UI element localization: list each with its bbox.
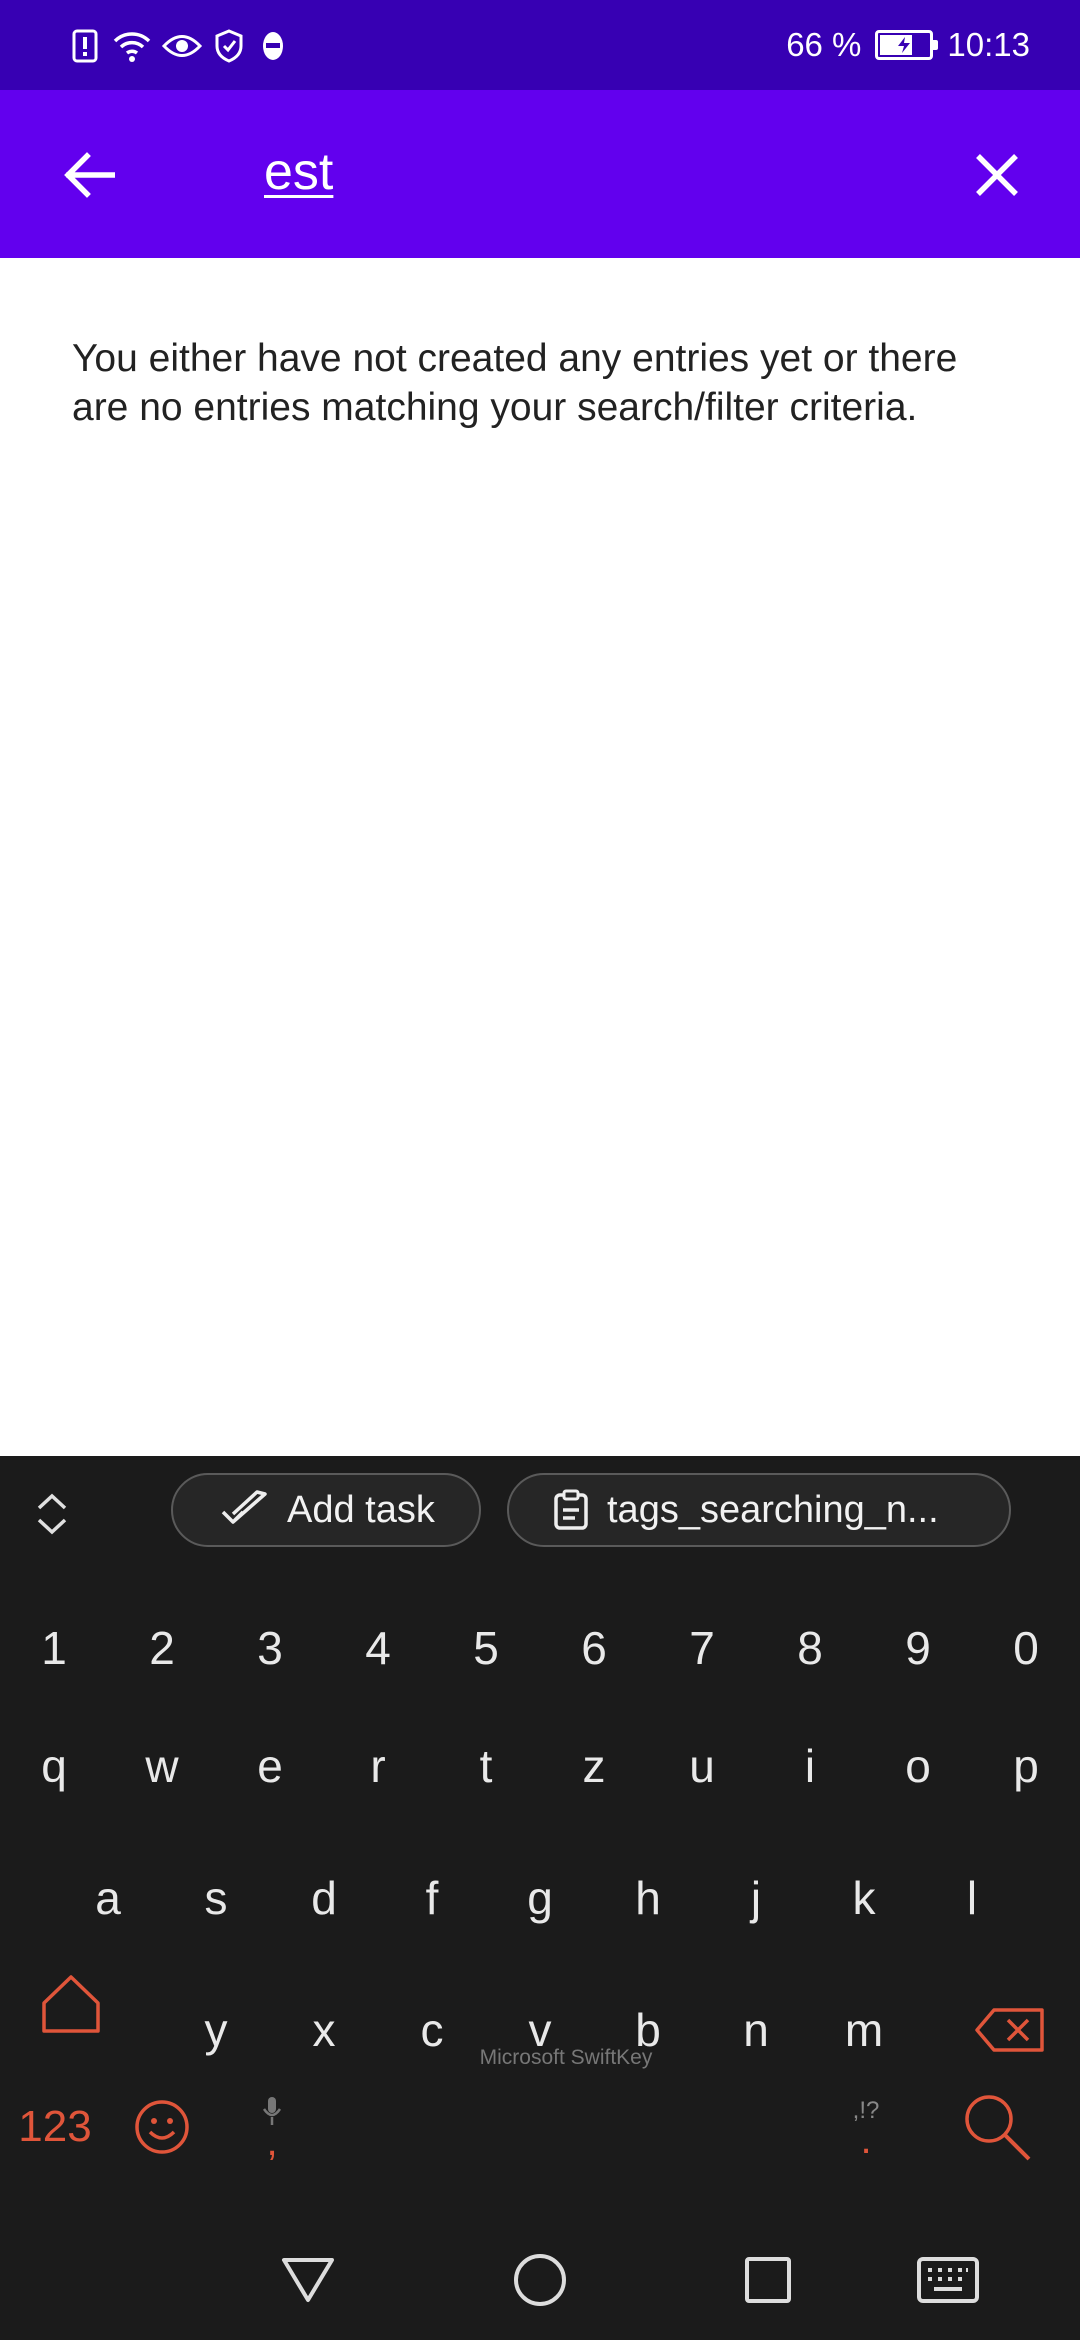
battery-percent: 66 % <box>786 26 862 63</box>
arrow-left-icon <box>64 152 115 198</box>
key-w[interactable]: w <box>126 1726 198 1806</box>
period-key[interactable]: ,!? . <box>826 2076 906 2176</box>
status-bar: 66 % 10:13 <box>0 0 1080 90</box>
nav-recents-button[interactable] <box>728 2240 808 2320</box>
back-button[interactable] <box>44 130 134 220</box>
back-triangle-icon <box>282 2258 334 2302</box>
clear-search-button[interactable] <box>952 130 1042 220</box>
key-m[interactable]: m <box>828 1990 900 2070</box>
clipboard-label: tags_searching_n... <box>607 1488 939 1531</box>
clock: 10:13 <box>947 26 1030 63</box>
add-task-chip[interactable]: Add task <box>171 1473 481 1547</box>
key-d[interactable]: d <box>288 1858 360 1938</box>
key-a[interactable]: a <box>72 1858 144 1938</box>
clipboard-chip[interactable]: tags_searching_n... <box>507 1473 1011 1547</box>
clipboard-icon <box>554 1489 588 1530</box>
key-z[interactable]: z <box>558 1726 630 1806</box>
comma-label: , <box>266 2120 278 2164</box>
status-right: 66 % 10:13 <box>786 20 1030 70</box>
key-i[interactable]: i <box>774 1726 846 1806</box>
key-p[interactable]: p <box>990 1726 1062 1806</box>
navigation-bar <box>0 2220 1080 2340</box>
keyboard-brand: Microsoft SwiftKey <box>479 2046 653 2069</box>
wifi-icon <box>112 26 152 66</box>
search-icon <box>965 2095 1031 2161</box>
emoji-key[interactable] <box>124 2082 200 2172</box>
key-l[interactable]: l <box>936 1858 1008 1938</box>
key-1[interactable]: 1 <box>18 1608 90 1688</box>
key-4[interactable]: 4 <box>342 1608 414 1688</box>
key-f[interactable]: f <box>396 1858 468 1938</box>
comma-key[interactable]: , <box>232 2076 312 2176</box>
nav-back-button[interactable] <box>268 2240 348 2320</box>
key-5[interactable]: 5 <box>450 1608 522 1688</box>
expand-toolbar-button[interactable] <box>22 1484 82 1544</box>
keyboard-toolbar: Add task tags_searching_n... <box>0 1456 1080 1566</box>
search-key[interactable] <box>952 2082 1042 2172</box>
key-6[interactable]: 6 <box>558 1608 630 1688</box>
space-key[interactable]: Microsoft SwiftKey <box>300 1984 832 2084</box>
key-7[interactable]: 7 <box>666 1608 738 1688</box>
checkmark-tag-icon <box>221 1490 267 1524</box>
battery-icon <box>875 30 939 60</box>
key-g[interactable]: g <box>504 1858 576 1938</box>
numbers-key[interactable]: 123 <box>10 2082 100 2172</box>
nav-keyboard-button[interactable] <box>908 2240 988 2320</box>
alert-icon <box>68 26 102 66</box>
keyboard-icon <box>917 2257 979 2303</box>
search-input[interactable]: est <box>264 142 333 202</box>
avatar-icon <box>256 26 290 66</box>
close-icon <box>976 154 1018 196</box>
key-k[interactable]: k <box>828 1858 900 1938</box>
key-r[interactable]: r <box>342 1726 414 1806</box>
key-0[interactable]: 0 <box>990 1608 1062 1688</box>
key-e[interactable]: e <box>234 1726 306 1806</box>
period-label: . <box>860 2118 872 2162</box>
key-j[interactable]: j <box>720 1858 792 1938</box>
key-t[interactable]: t <box>450 1726 522 1806</box>
emoji-icon <box>135 2100 189 2154</box>
key-y[interactable]: y <box>180 1990 252 2070</box>
backspace-key[interactable] <box>970 1990 1050 2070</box>
shift-home-icon <box>42 1975 100 2033</box>
key-2[interactable]: 2 <box>126 1608 198 1688</box>
empty-state-message: You either have not created any entries … <box>72 337 958 429</box>
keyboard: Add task tags_searching_n... 1 2 3 4 5 6… <box>0 1456 1080 2220</box>
key-9[interactable]: 9 <box>882 1608 954 1688</box>
key-h[interactable]: h <box>612 1858 684 1938</box>
backspace-icon <box>975 2008 1044 2052</box>
key-q[interactable]: q <box>18 1726 90 1806</box>
shift-key[interactable] <box>30 1960 112 2048</box>
home-circle-icon <box>514 2254 566 2306</box>
eye-icon <box>162 26 202 66</box>
key-8[interactable]: 8 <box>774 1608 846 1688</box>
status-icons <box>68 24 290 68</box>
chevron-up-down-icon <box>37 1493 67 1535</box>
key-3[interactable]: 3 <box>234 1608 306 1688</box>
key-u[interactable]: u <box>666 1726 738 1806</box>
key-s[interactable]: s <box>180 1858 252 1938</box>
recents-square-icon <box>745 2257 791 2303</box>
shield-icon <box>212 26 246 66</box>
nav-home-button[interactable] <box>500 2240 580 2320</box>
add-task-label: Add task <box>287 1488 435 1531</box>
search-app-bar: est <box>0 90 1080 258</box>
key-o[interactable]: o <box>882 1726 954 1806</box>
